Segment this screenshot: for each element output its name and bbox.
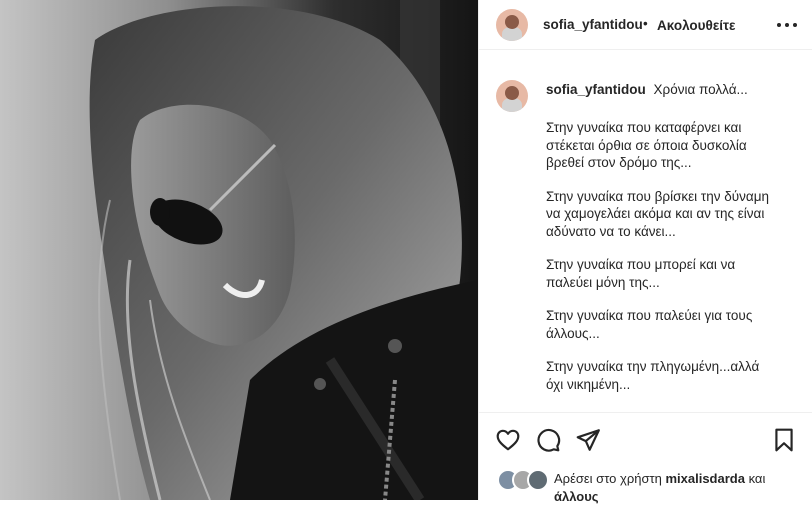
action-bar bbox=[479, 412, 812, 466]
liker-username[interactable]: mixalisdarda bbox=[665, 471, 745, 486]
caption-paragraph: Στην γυναίκα που βρίσκει την δύναμη να χ… bbox=[546, 188, 770, 239]
likes-text: Αρέσει στο χρήστη mixalisdarda και άλλου… bbox=[554, 470, 804, 506]
following-status-button[interactable]: Ακολουθείτε bbox=[657, 18, 735, 33]
portrait-image bbox=[0, 0, 478, 500]
post-header: sofia_yfantidou • Ακολουθείτε bbox=[479, 0, 812, 50]
caption-body: Στην γυναίκα που καταφέρνει και στέκεται… bbox=[546, 119, 772, 409]
avatar[interactable] bbox=[496, 9, 528, 41]
post-photo[interactable] bbox=[0, 0, 478, 500]
caption-first-line: Χρόνια πολλά... bbox=[653, 82, 748, 97]
caption-paragraph: Στην γυναίκα που καταφέρνει και στέκεται… bbox=[546, 120, 747, 170]
liker-avatar[interactable] bbox=[527, 469, 549, 491]
likes-others-link[interactable]: άλλους bbox=[554, 489, 599, 504]
caption-area: sofia_yfantidou Χρόνια πολλά... Στην γυν… bbox=[479, 50, 812, 412]
caption-paragraph: Στην γυναίκα που μπορεί και να παλεύει μ… bbox=[546, 257, 736, 290]
likes-summary: Αρέσει στο χρήστη mixalisdarda και άλλου… bbox=[479, 466, 812, 504]
heart-icon[interactable] bbox=[495, 427, 521, 453]
caption-paragraph: Στην γυναίκα την πληγωμένη...αλλά όχι νι… bbox=[546, 359, 760, 392]
separator-dot: • bbox=[643, 16, 648, 31]
bookmark-icon[interactable] bbox=[771, 427, 797, 453]
caption-paragraph: Στην γυναίκα που παλεύει για τους άλλους… bbox=[546, 308, 753, 341]
caption-avatar[interactable] bbox=[496, 80, 528, 112]
likes-middle: και bbox=[748, 471, 766, 486]
comment-icon[interactable] bbox=[535, 427, 561, 453]
instagram-post-window: sofia_yfantidou • Ακολουθείτε sofia_yfan… bbox=[0, 0, 812, 504]
caption-heading: sofia_yfantidou Χρόνια πολλά... bbox=[546, 82, 748, 97]
post-side-panel: sofia_yfantidou • Ακολουθείτε sofia_yfan… bbox=[478, 0, 812, 504]
caption-username[interactable]: sofia_yfantidou bbox=[546, 82, 646, 97]
header-username[interactable]: sofia_yfantidou bbox=[543, 17, 643, 32]
paper-plane-icon[interactable] bbox=[575, 427, 601, 453]
more-options-icon[interactable] bbox=[777, 15, 797, 35]
likes-prefix: Αρέσει στο χρήστη bbox=[554, 471, 662, 486]
